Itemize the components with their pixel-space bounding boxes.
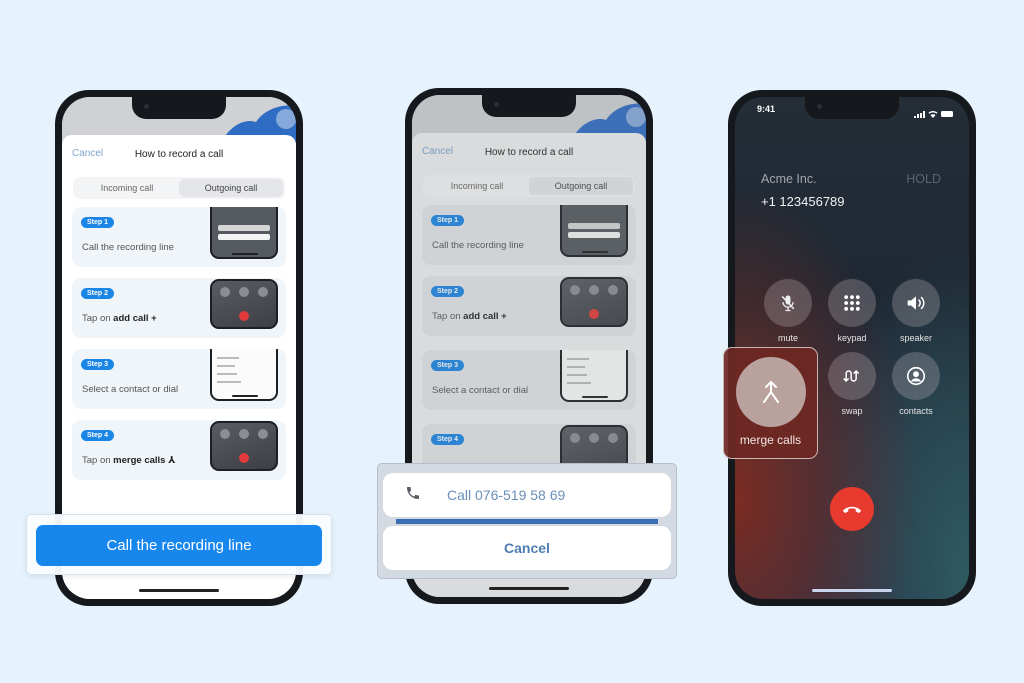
tab-incoming-call[interactable]: Incoming call [75, 179, 179, 197]
signal-icon [914, 110, 925, 118]
tab-outgoing-call[interactable]: Outgoing call [529, 177, 633, 195]
mute-icon [764, 279, 812, 327]
keypad-icon [828, 279, 876, 327]
wifi-icon [928, 105, 938, 123]
status-time: 9:41 [757, 104, 776, 114]
phone-icon [405, 485, 425, 505]
steps-list: Step 1 Call the recording line Step 2 Ta… [62, 207, 296, 480]
swap-label: swap [841, 406, 863, 416]
step-text: Call the recording line [82, 242, 174, 253]
sheet-title: How to record a call [484, 146, 574, 158]
cancel-link[interactable]: Cancel [422, 146, 453, 157]
sheet-header: Cancel How to record a call [62, 135, 296, 173]
step-thumbnail [560, 205, 628, 257]
step-card: Step 1 Call the recording line [72, 207, 286, 267]
sheet-title: How to record a call [134, 148, 224, 160]
end-call-icon [842, 506, 862, 514]
caller-number: +1 123456789 [761, 194, 845, 209]
step-text: Tap on merge calls ⅄ [82, 455, 176, 466]
end-call-button[interactable] [830, 487, 874, 531]
step-card: Step 2 Tap on add call + [72, 278, 286, 338]
call-number-label: Call 076-519 58 69 [447, 487, 566, 503]
step-badge: Step 2 [81, 288, 115, 299]
step-text: Select a contact or dial [82, 384, 179, 395]
step-thumbnail [210, 349, 278, 401]
step-thumbnail [560, 350, 628, 402]
caller-name: Acme Inc. [761, 172, 817, 186]
steps-list: Step 1 Call the recording line Step 2 Ta… [412, 205, 646, 484]
sheet-header: Cancel How to record a call [412, 133, 646, 171]
hold-status: HOLD [906, 172, 941, 186]
contacts-button[interactable]: contacts [892, 352, 940, 416]
notch [805, 97, 899, 119]
keypad-label: keypad [837, 333, 867, 343]
primary-action-callout: Call the recording line [26, 514, 332, 575]
step-card: Step 4 Tap on merge calls ⅄ [72, 420, 286, 480]
home-indicator [812, 589, 892, 592]
contacts-icon [892, 352, 940, 400]
speaker-label: speaker [899, 333, 933, 343]
step-card: Step 3 Select a contact or dial [72, 349, 286, 409]
contacts-label: contacts [899, 406, 933, 416]
merge-icon [763, 380, 779, 403]
merge-calls-label: merge calls [739, 433, 802, 447]
merge-calls-button[interactable] [736, 357, 806, 427]
notch [482, 95, 576, 117]
battery-icon [941, 111, 953, 117]
tab-incoming-call[interactable]: Incoming call [425, 177, 529, 195]
call-number-button[interactable]: Call 076-519 58 69 [383, 473, 671, 517]
home-indicator [489, 587, 569, 590]
home-indicator [139, 589, 219, 592]
step-thumbnail [210, 279, 278, 329]
keypad-button[interactable]: keypad [828, 279, 876, 343]
step-badge: Step 4 [81, 430, 115, 441]
call-type-segmented-control: Incoming call Outgoing call [73, 177, 285, 199]
notch [132, 97, 226, 119]
cancel-link[interactable]: Cancel [72, 148, 103, 159]
speaker-icon [892, 279, 940, 327]
mute-label: mute [777, 333, 798, 343]
tab-outgoing-call[interactable]: Outgoing call [179, 179, 283, 197]
step-thumbnail [210, 421, 278, 471]
step-badge: Step 4 [431, 434, 465, 445]
mute-button[interactable]: mute [764, 279, 812, 343]
swap-icon [828, 352, 876, 400]
step-badge: Step 2 [431, 286, 465, 297]
call-type-segmented-control: Incoming call Outgoing call [423, 175, 635, 197]
step-text: Tap on add call + [432, 311, 507, 322]
action-cancel-button[interactable]: Cancel [383, 526, 671, 570]
step-badge: Step 1 [81, 217, 115, 228]
step-text: Tap on add call + [82, 313, 157, 324]
step-card: Step 1 Call the recording line [422, 205, 636, 265]
action-divider [396, 519, 658, 524]
step-card: Step 3 Select a contact or dial [422, 350, 636, 410]
step-thumbnail [560, 277, 628, 327]
step-badge: Step 3 [431, 360, 465, 371]
call-recording-line-button[interactable]: Call the recording line [36, 525, 322, 566]
status-icons [914, 105, 953, 123]
step-text: Call the recording line [432, 240, 524, 251]
step-badge: Step 3 [81, 359, 115, 370]
step-thumbnail [210, 207, 278, 259]
action-sheet-callout: Call 076-519 58 69 Cancel [377, 463, 677, 579]
step-badge: Step 1 [431, 215, 465, 226]
step-card: Step 2 Tap on add call + [422, 276, 636, 336]
speaker-button[interactable]: speaker [892, 279, 940, 343]
merge-calls-callout: merge calls [723, 347, 818, 459]
step-text: Select a contact or dial [432, 385, 529, 396]
swap-button[interactable]: swap [828, 352, 876, 416]
